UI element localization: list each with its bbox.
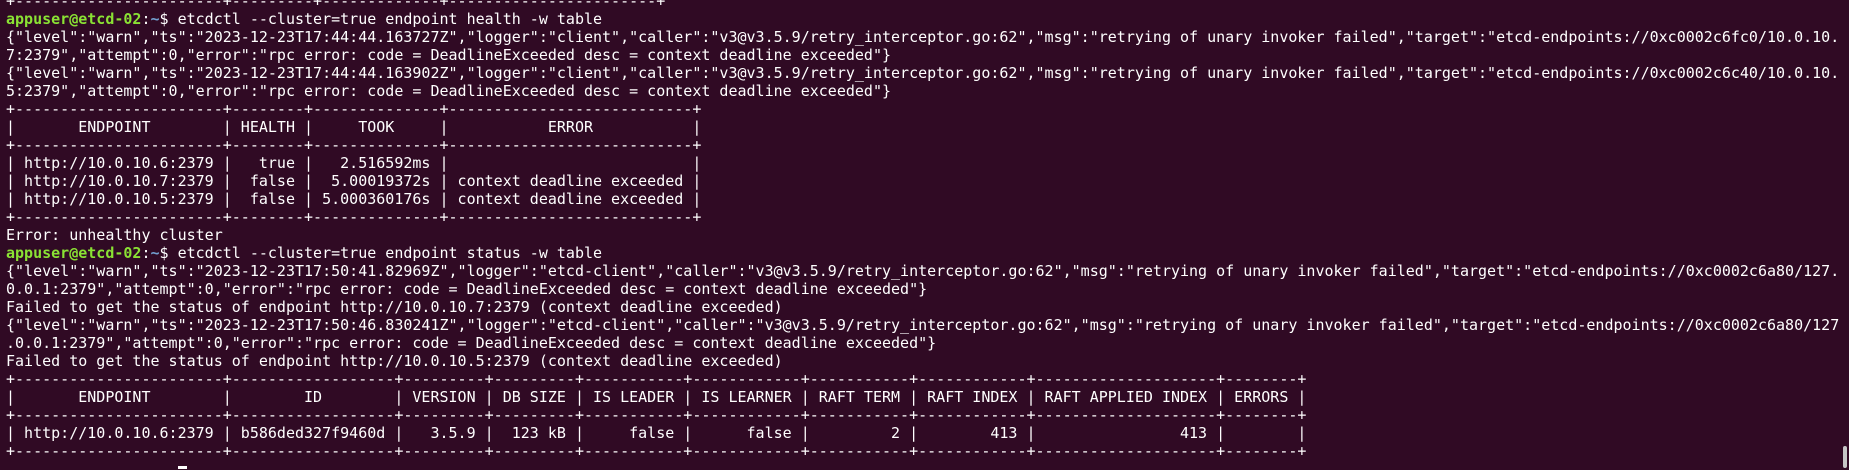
terminal-output: +-----------------------+---------+-----… [6, 0, 1839, 460]
output-line: | http://10.0.10.7:2379 | false | 5.0001… [6, 172, 702, 190]
output-line: Failed to get the status of endpoint htt… [6, 352, 783, 370]
prompt-user-host: appuser@etcd-02 [6, 244, 142, 262]
output-line: 5:2379","attempt":0,"error":"rpc error: … [6, 82, 892, 100]
output-line: .0.0.1:2379","attempt":0,"error":"rpc er… [6, 334, 937, 352]
prompt-line: appuser@etcd-02:~$ etcdctl --cluster=tru… [6, 10, 1839, 28]
output-line: Error: unhealthy cluster [6, 226, 223, 244]
prompt-path: ~ [150, 244, 160, 262]
output-line: | ENDPOINT | HEALTH | TOOK | ERROR | [6, 118, 702, 136]
prompt-line: appuser@etcd-02:~$ etcdctl --cluster=tru… [6, 244, 1839, 262]
command-text: etcdctl --cluster=true endpoint health -… [177, 10, 603, 28]
prompt-symbol: $ [159, 10, 178, 28]
output-line: +-----------------------+---------------… [6, 370, 1307, 388]
output-line: +-----------------------+--------+------… [6, 136, 702, 154]
prompt-symbol: $ [159, 244, 178, 262]
output-line: +-----------------------+---------------… [6, 406, 1307, 424]
scrollbar-thumb[interactable] [1843, 446, 1847, 468]
command-text: etcdctl --cluster=true endpoint status -… [177, 244, 603, 262]
output-line: 0.0.1:2379","attempt":0,"error":"rpc err… [6, 280, 928, 298]
output-line: {"level":"warn","ts":"2023-12-23T17:44:4… [6, 28, 1840, 46]
output-line: {"level":"warn","ts":"2023-12-23T17:50:4… [6, 262, 1840, 280]
output-line: +-----------------------+---------------… [6, 442, 1307, 460]
prompt-path: ~ [150, 10, 160, 28]
output-line: | http://10.0.10.6:2379 | true | 2.51659… [6, 154, 702, 172]
output-line: | ENDPOINT | ID | VERSION | DB SIZE | IS… [6, 388, 1307, 406]
output-line: | http://10.0.10.5:2379 | false | 5.0003… [6, 190, 702, 208]
output-line: {"level":"warn","ts":"2023-12-23T17:44:4… [6, 64, 1840, 82]
output-line: Failed to get the status of endpoint htt… [6, 298, 783, 316]
output-line: 7:2379","attempt":0,"error":"rpc error: … [6, 46, 892, 64]
output-line: +-----------------------+---------+-----… [6, 0, 666, 10]
output-line: +-----------------------+--------+------… [6, 100, 702, 118]
prompt-separator: : [141, 10, 151, 28]
output-line: | http://10.0.10.6:2379 | b586ded327f946… [6, 424, 1307, 442]
output-line: +-----------------------+--------+------… [6, 208, 702, 226]
prompt-separator: : [141, 244, 151, 262]
prompt-user-host: appuser@etcd-02 [6, 10, 142, 28]
terminal-window[interactable]: +-----------------------+---------+-----… [0, 0, 1849, 470]
output-line: {"level":"warn","ts":"2023-12-23T17:50:4… [6, 316, 1840, 334]
text-cursor [178, 466, 187, 469]
